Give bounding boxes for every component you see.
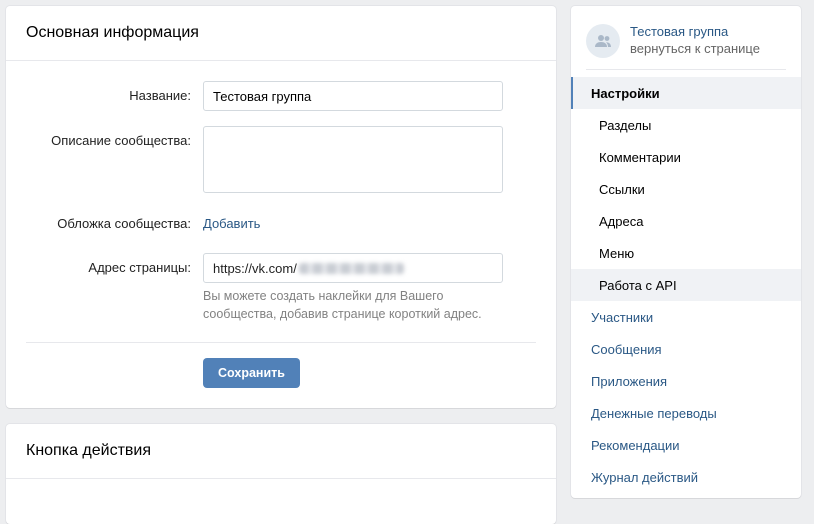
address-label: Адрес страницы: — [88, 260, 191, 275]
address-prefix: https://vk.com/ — [213, 260, 297, 276]
action-button-title: Кнопка действия — [6, 424, 556, 479]
save-button[interactable]: Сохранить — [203, 358, 300, 388]
name-input-value: Тестовая группа — [213, 88, 312, 104]
name-input[interactable]: Тестовая группа — [203, 81, 503, 111]
sidebar-item-api[interactable]: Работа с API — [571, 269, 801, 301]
sidebar-item-apps[interactable]: Приложения — [571, 365, 801, 397]
sidebar-item-addresses[interactable]: Адреса — [571, 205, 801, 237]
address-hint: Вы можете создать наклейки для Вашего со… — [203, 289, 482, 321]
main-info-card: Основная информация Название: Тестовая г… — [6, 6, 556, 408]
description-label: Описание сообщества: — [51, 133, 191, 148]
main-info-title: Основная информация — [6, 6, 556, 61]
address-blurred-value — [298, 262, 404, 274]
back-to-page-link[interactable]: вернуться к странице — [630, 41, 760, 57]
add-cover-link[interactable]: Добавить — [203, 216, 260, 231]
sidebar-item-settings[interactable]: Настройки — [571, 77, 801, 109]
form-divider — [26, 342, 536, 343]
sidebar-item-money-transfers[interactable]: Денежные переводы — [571, 397, 801, 429]
sidebar-item-messages[interactable]: Сообщения — [571, 333, 801, 365]
name-label: Название: — [129, 88, 191, 103]
description-textarea[interactable] — [203, 126, 503, 193]
action-button-card: Кнопка действия — [6, 424, 556, 524]
sidebar-item-comments[interactable]: Комментарии — [571, 141, 801, 173]
sidebar-item-links[interactable]: Ссылки — [571, 173, 801, 205]
sidebar-divider — [586, 69, 786, 70]
address-input[interactable]: https://vk.com/ — [203, 253, 503, 283]
cover-label: Обложка сообщества: — [57, 216, 191, 231]
sidebar-menu: Настройки Разделы Комментарии Ссылки Адр… — [571, 77, 801, 493]
sidebar-item-action-log[interactable]: Журнал действий — [571, 461, 801, 493]
group-name: Тестовая группа — [630, 24, 729, 39]
sidebar-item-members[interactable]: Участники — [571, 301, 801, 333]
settings-sidebar: Тестовая группа вернуться к странице Нас… — [571, 6, 801, 498]
sidebar-item-sections[interactable]: Разделы — [571, 109, 801, 141]
sidebar-item-recommendations[interactable]: Рекомендации — [571, 429, 801, 461]
group-header[interactable]: Тестовая группа вернуться к странице — [586, 20, 786, 70]
sidebar-item-menu[interactable]: Меню — [571, 237, 801, 269]
group-users-icon — [586, 24, 620, 58]
